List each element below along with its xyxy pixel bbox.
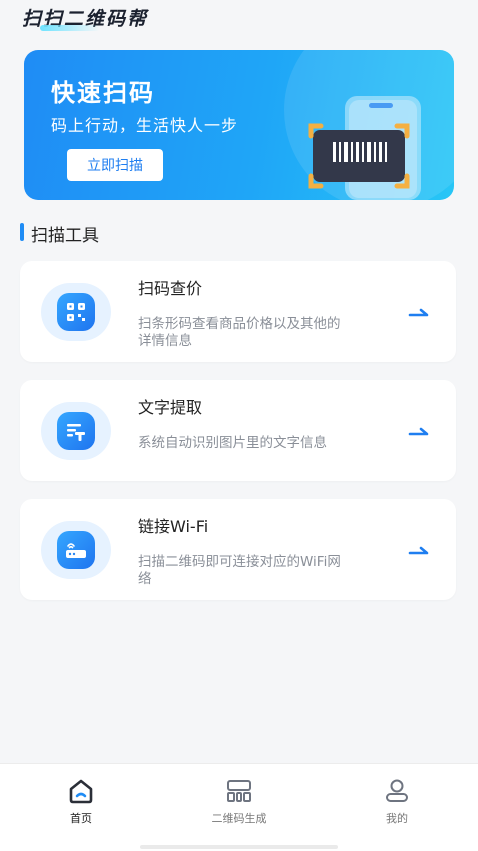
qr-generate-icon [227, 780, 251, 802]
section-marker [20, 223, 24, 241]
card-title: 文字提取 [138, 398, 203, 417]
scan-banner: 快速扫码 码上行动，生活快人一步 立即扫描 [24, 50, 454, 200]
text-extract-icon [57, 412, 95, 450]
arrow-right-icon [408, 308, 429, 317]
card-title: 扫码查价 [138, 279, 203, 298]
qr-price-icon [57, 293, 95, 331]
tool-card-price-check[interactable]: 扫码查价 扫条形码查看商品价格以及其他的详情信息 [20, 261, 456, 362]
card-icon-background [41, 521, 111, 579]
tool-card-wifi[interactable]: 链接Wi-Fi 扫描二维码即可连接对应的WiFi网络 [20, 499, 456, 600]
tool-card-text-extract[interactable]: 文字提取 系统自动识别图片里的文字信息 [20, 380, 456, 481]
wifi-router-icon [57, 531, 95, 569]
card-title: 链接Wi-Fi [138, 517, 209, 536]
section-title: 扫描工具 [31, 226, 99, 246]
card-description: 扫条形码查看商品价格以及其他的详情信息 [138, 316, 341, 349]
card-description: 扫描二维码即可连接对应的WiFi网络 [138, 554, 341, 587]
home-icon [69, 779, 93, 804]
nav-label-mine: 我的 [386, 812, 408, 825]
banner-title: 快速扫码 [51, 79, 155, 107]
nav-label-qr-generate: 二维码生成 [211, 812, 267, 825]
arrow-right-icon [408, 546, 429, 555]
banner-subtitle: 码上行动，生活快人一步 [51, 116, 239, 135]
card-icon-background [41, 283, 111, 341]
nav-label-home: 首页 [70, 812, 92, 825]
title-underline [40, 25, 100, 31]
card-icon-background [41, 402, 111, 460]
nav-item-mine[interactable]: 我的 [347, 778, 447, 826]
user-icon [386, 779, 408, 802]
scan-now-button[interactable]: 立即扫描 [67, 149, 163, 181]
card-description: 系统自动识别图片里的文字信息 [138, 435, 327, 451]
home-indicator[interactable] [140, 845, 338, 849]
nav-item-home[interactable]: 首页 [31, 778, 131, 826]
bottom-navigation: 首页 二维码生成 我的 [0, 763, 478, 851]
nav-item-qr-generate[interactable]: 二维码生成 [189, 778, 289, 826]
phone-scan-illustration [308, 96, 421, 200]
arrow-right-icon [408, 427, 429, 436]
